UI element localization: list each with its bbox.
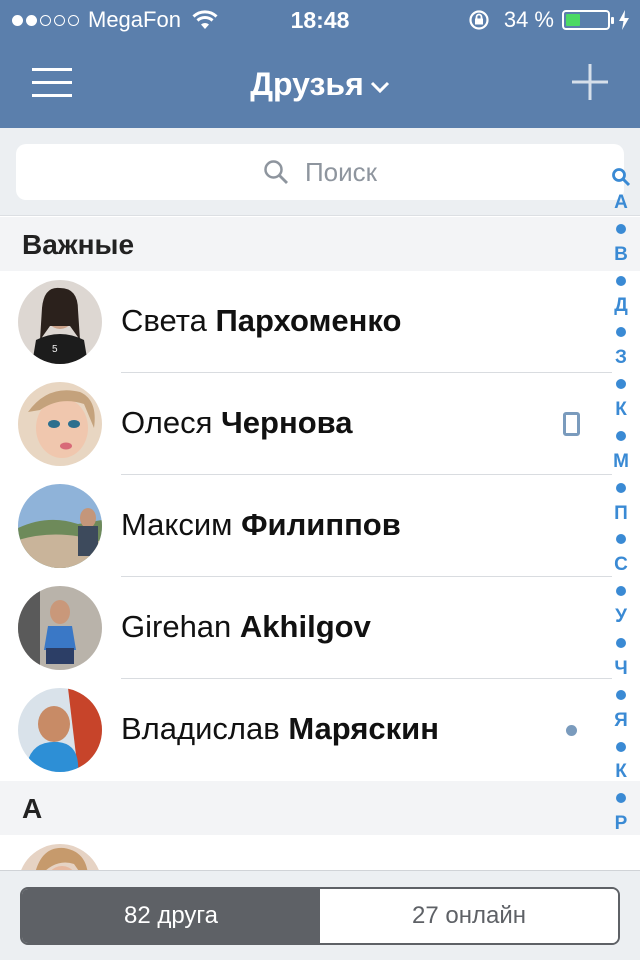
- index-letter[interactable]: Р: [615, 811, 628, 837]
- battery-percent: 34 %: [503, 7, 554, 32]
- index-letter[interactable]: З: [615, 345, 627, 371]
- friends-filter-dropdown[interactable]: Друзья: [0, 66, 640, 103]
- avatar: [18, 382, 102, 466]
- index-letter[interactable]: К: [615, 397, 627, 423]
- index-letter[interactable]: У: [615, 604, 627, 630]
- friend-row[interactable]: Олеся Чернова: [0, 373, 640, 475]
- search-icon: [264, 160, 288, 184]
- index-letter[interactable]: Я: [614, 708, 628, 734]
- friend-row[interactable]: 5 Света Пархоменко: [0, 271, 640, 373]
- index-dot[interactable]: [616, 268, 626, 294]
- friend-name: Света Пархоменко: [121, 303, 402, 338]
- friend-name: Girehan Akhilgov: [121, 609, 371, 644]
- bottom-bar: 82 друга 27 онлайн: [0, 870, 640, 960]
- avatar: 5: [18, 280, 102, 364]
- add-friend-button[interactable]: [570, 62, 610, 102]
- friends-segmented-control: 82 друга 27 онлайн: [20, 887, 620, 945]
- status-bar: MegaFon 18:48 34 %: [0, 0, 640, 40]
- index-dot[interactable]: [616, 526, 626, 552]
- avatar: [18, 688, 102, 772]
- section-header-a: А: [0, 781, 640, 835]
- search-placeholder: Поиск: [304, 156, 378, 187]
- index-letter[interactable]: А: [614, 190, 628, 216]
- top-bar: MegaFon 18:48 34 % Друзья: [0, 0, 640, 128]
- tab-online-friends[interactable]: 27 онлайн: [320, 889, 618, 943]
- index-dot[interactable]: [616, 475, 626, 501]
- rotation-lock-icon: [469, 10, 489, 30]
- avatar: [18, 484, 102, 568]
- index-dot[interactable]: [616, 785, 626, 811]
- index-dot[interactable]: [616, 216, 626, 242]
- status-right: 34 %: [468, 7, 630, 33]
- friend-name: Владислав Маряскин: [121, 711, 439, 746]
- index-letter[interactable]: Д: [614, 293, 628, 319]
- index-letter[interactable]: Ч: [614, 656, 627, 682]
- tab-all-friends[interactable]: 82 друга: [22, 889, 320, 943]
- index-search-icon[interactable]: [611, 164, 631, 190]
- index-letter[interactable]: С: [614, 552, 628, 578]
- search-bar: Поиск: [0, 128, 640, 216]
- chevron-down-icon: [370, 81, 389, 93]
- index-letter[interactable]: М: [613, 449, 629, 475]
- charging-icon: [619, 10, 629, 30]
- index-letter[interactable]: В: [614, 242, 628, 268]
- svg-text:5: 5: [52, 344, 58, 355]
- alphabet-index[interactable]: АВДЗКМПСУЧЯКР: [606, 164, 636, 837]
- index-dot[interactable]: [616, 734, 626, 760]
- index-letter[interactable]: К: [615, 759, 627, 785]
- section-header-important: Важные: [0, 217, 640, 271]
- nav-bar: Друзья: [0, 40, 640, 128]
- search-input[interactable]: Поиск: [16, 144, 624, 200]
- avatar: [18, 586, 102, 670]
- index-dot[interactable]: [616, 578, 626, 604]
- nav-title: Друзья: [250, 66, 364, 102]
- friend-row[interactable]: Владислав Маряскин: [0, 679, 640, 781]
- index-dot[interactable]: [616, 423, 626, 449]
- friend-name: Олеся Чернова: [121, 405, 353, 440]
- friend-row[interactable]: Максим Филиппов: [0, 475, 640, 577]
- friend-row[interactable]: Girehan Akhilgov: [0, 577, 640, 679]
- friend-name: Максим Филиппов: [121, 507, 401, 542]
- index-dot[interactable]: [616, 630, 626, 656]
- index-dot[interactable]: [616, 371, 626, 397]
- index-dot[interactable]: [616, 319, 626, 345]
- battery-icon: [562, 10, 614, 30]
- online-indicator: [566, 725, 577, 736]
- mobile-online-icon: [563, 412, 580, 436]
- index-dot[interactable]: [616, 682, 626, 708]
- index-letter[interactable]: П: [614, 501, 628, 527]
